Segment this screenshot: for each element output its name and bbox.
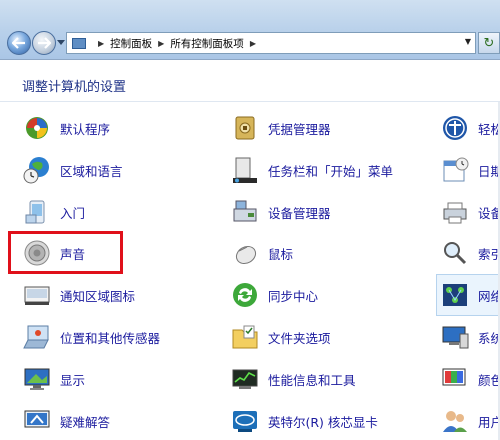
item-label[interactable]: 日期 [478,161,500,180]
item-notification-icons[interactable]: 通知区域图标 [22,278,135,312]
network-icon [440,280,470,310]
performance-icon [230,364,260,394]
control-panel-icon [72,37,86,49]
item-display[interactable]: 显示 [22,362,85,396]
item-troubleshooting[interactable]: 疑难解答 [22,404,110,438]
arrow-left-icon [12,37,25,49]
item-taskbar-start-menu[interactable]: 任务栏和「开始」菜单 [230,153,393,187]
item-label[interactable]: 系统 [478,328,500,347]
intel-graphics-icon [230,406,260,436]
breadcrumb-control-panel[interactable]: 控制面板 [110,36,152,51]
ease-of-access-icon [440,113,470,143]
color-management-icon [440,364,470,394]
user-accounts-icon [440,406,470,436]
item-label[interactable]: 性能信息和工具 [268,370,356,389]
item-device-manager[interactable]: 设备管理器 [230,195,331,229]
item-label[interactable]: 显示 [60,370,85,389]
item-label[interactable]: 轻松 [478,119,500,138]
item-credential-manager[interactable]: 凭据管理器 [230,111,331,145]
chevron-right-icon[interactable]: ▶ [158,39,164,48]
item-label[interactable]: 通知区域图标 [60,286,135,305]
item-label[interactable]: 颜色 [478,370,500,389]
item-label[interactable]: 英特尔(R) 核芯显卡 [268,412,378,431]
item-label[interactable]: 位置和其他传感器 [60,328,160,347]
item-label[interactable]: 设备 [478,203,500,222]
item-label[interactable]: 区域和语言 [60,161,123,180]
monitor-icon [22,364,52,394]
item-label[interactable]: 默认程序 [60,119,110,138]
chevron-down-icon[interactable]: ▼ [465,37,471,46]
item-location-sensors[interactable]: 位置和其他传感器 [22,320,160,354]
folder-options-icon [230,322,260,352]
item-sync-center[interactable]: 同步中心 [230,278,318,312]
globe-clock-icon [22,155,52,185]
item-user-accounts[interactable]: 用户 [440,404,500,438]
item-label[interactable]: 入门 [60,203,85,222]
refresh-button[interactable]: ↻ [478,32,500,54]
taskbar-icon [230,155,260,185]
item-color-management[interactable]: 颜色 [440,362,500,396]
item-label[interactable]: 任务栏和「开始」菜单 [268,161,393,180]
item-system[interactable]: 系统 [440,320,500,354]
item-performance[interactable]: 性能信息和工具 [230,362,356,396]
calendar-icon [440,155,470,185]
mouse-icon [230,238,260,268]
item-label[interactable]: 鼠标 [268,244,293,263]
back-button[interactable] [7,31,31,55]
item-label[interactable]: 用户 [478,412,500,431]
chevron-right-icon[interactable]: ▶ [98,39,104,48]
item-default-programs[interactable]: 默认程序 [22,111,110,145]
divider [0,101,500,102]
item-label[interactable]: 疑难解答 [60,412,110,431]
address-bar[interactable]: ▶ 控制面板 ▶ 所有控制面板项 ▶ ▼ [66,32,476,54]
item-indexing[interactable]: 索引 [440,236,500,270]
item-folder-options[interactable]: 文件夹选项 [230,320,331,354]
default-programs-icon [22,113,52,143]
item-label[interactable]: 文件夹选项 [268,328,331,347]
item-label[interactable]: 设备管理器 [268,203,331,222]
sync-center-icon [230,280,260,310]
device-manager-icon [230,197,260,227]
item-intel-graphics[interactable]: 英特尔(R) 核芯显卡 [230,404,378,438]
highlight-box [8,231,123,274]
notification-area-icon [22,280,52,310]
forward-button[interactable] [32,31,56,55]
item-label[interactable]: 凭据管理器 [268,119,331,138]
devices-printers-icon [440,197,470,227]
page-title: 调整计算机的设置 [22,80,127,95]
item-devices-printers[interactable]: 设备 [440,195,500,229]
credential-vault-icon [230,113,260,143]
navigation-bar: ▶ 控制面板 ▶ 所有控制面板项 ▶ ▼ ↻ [0,0,500,60]
troubleshoot-icon [22,406,52,436]
item-label[interactable]: 同步中心 [268,286,318,305]
getting-started-icon [22,197,52,227]
breadcrumb-all-items[interactable]: 所有控制面板项 [170,36,244,51]
item-label[interactable]: 网络 [478,286,500,305]
item-region-language[interactable]: 区域和语言 [22,153,123,187]
indexing-icon [440,238,470,268]
item-date-time[interactable]: 日期 [440,153,500,187]
sensor-icon [22,322,52,352]
item-getting-started[interactable]: 入门 [22,195,85,229]
item-ease-of-access[interactable]: 轻松 [440,111,500,145]
arrow-right-icon [38,37,51,49]
item-mouse[interactable]: 鼠标 [230,236,293,270]
recent-pages-dropdown[interactable] [57,40,65,45]
system-icon [440,322,470,352]
item-network[interactable]: 网络 [440,278,500,312]
refresh-icon: ↻ [483,35,495,51]
item-label[interactable]: 索引 [478,244,500,263]
chevron-right-icon[interactable]: ▶ [250,39,256,48]
